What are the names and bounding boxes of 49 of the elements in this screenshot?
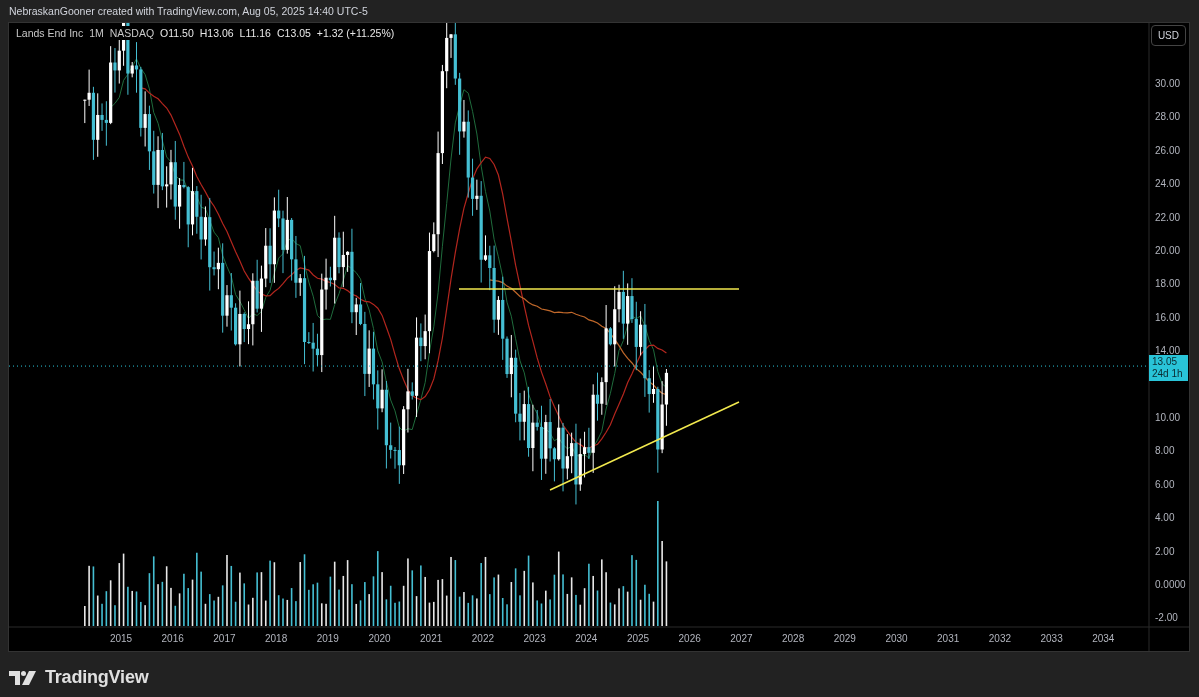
time-axis-label: 2026	[678, 633, 701, 644]
time-axis-label: 2032	[988, 633, 1012, 644]
time-axis-label: 2022	[471, 633, 494, 644]
time-axis-label: 2024	[575, 633, 598, 644]
price-axis-label: 22.00	[1155, 211, 1181, 223]
price-axis-label: 8.00	[1155, 445, 1175, 457]
bar-countdown: 24d 1h	[1152, 368, 1184, 380]
price-axis-label: 30.00	[1155, 78, 1181, 89]
price-axis-label: 6.00	[1155, 478, 1175, 490]
time-axis-label: 2029	[833, 633, 856, 644]
exchange-label: NASDAQ	[109, 27, 155, 39]
ohlc-value: H13.06	[199, 27, 234, 39]
time-axis-label: 2016	[161, 633, 184, 644]
interval-label: 1M	[89, 27, 104, 39]
time-axis-label: 2025	[626, 633, 650, 644]
logo-text: TradingView	[45, 667, 149, 688]
price-axis-label: 14.00	[1155, 345, 1181, 357]
time-axis-label: 2018	[265, 633, 288, 644]
time-axis-label: 2028	[781, 633, 805, 644]
time-axis-label: 2021	[420, 633, 443, 644]
price-axis-label: 20.00	[1155, 245, 1181, 256]
time-axis-label: 2017	[213, 633, 236, 644]
time-axis-label: 2030	[885, 633, 908, 644]
time-axis-label: 2015	[109, 633, 133, 644]
symbol-name: Lands End Inc	[16, 27, 84, 39]
price-axis-label: 10.00	[1155, 412, 1181, 423]
time-axis-label: 2023	[523, 633, 546, 644]
last-price: 13.05	[1152, 356, 1179, 368]
time-axis-label: 2019	[316, 633, 339, 644]
currency-button[interactable]: USD	[1150, 25, 1186, 46]
time-axis-label: 2031	[937, 633, 960, 644]
change-value: +1.32 (+11.25%)	[316, 27, 395, 39]
price-axis-label: -2.00	[1155, 612, 1178, 624]
price-axis-label: 24.00	[1155, 178, 1181, 190]
time-axis-label: 2034	[1092, 633, 1115, 644]
time-axis-label: 2020	[368, 633, 391, 644]
price-axis-label: 2.00	[1155, 545, 1175, 557]
time-axis-label: 2033	[1040, 633, 1063, 644]
price-axis-label: 28.00	[1155, 111, 1181, 123]
ohlc-value: L11.16	[239, 27, 271, 39]
price-axis-label: 18.00	[1155, 278, 1181, 290]
price-axis-label: 26.00	[1155, 144, 1181, 156]
ohlc-value: C13.05	[276, 27, 311, 39]
price-axis-label: 16.00	[1155, 311, 1181, 323]
price-axis-label: 0.0000	[1155, 579, 1186, 590]
attribution-text: NebraskanGooner created with TradingView.com, Aug 05, 2025 14:40 UTC-5	[9, 5, 368, 17]
price-axis-label: 4.00	[1155, 512, 1175, 524]
ohlc-value: O11.50	[160, 27, 194, 39]
time-axis-label: 2027	[730, 633, 753, 644]
